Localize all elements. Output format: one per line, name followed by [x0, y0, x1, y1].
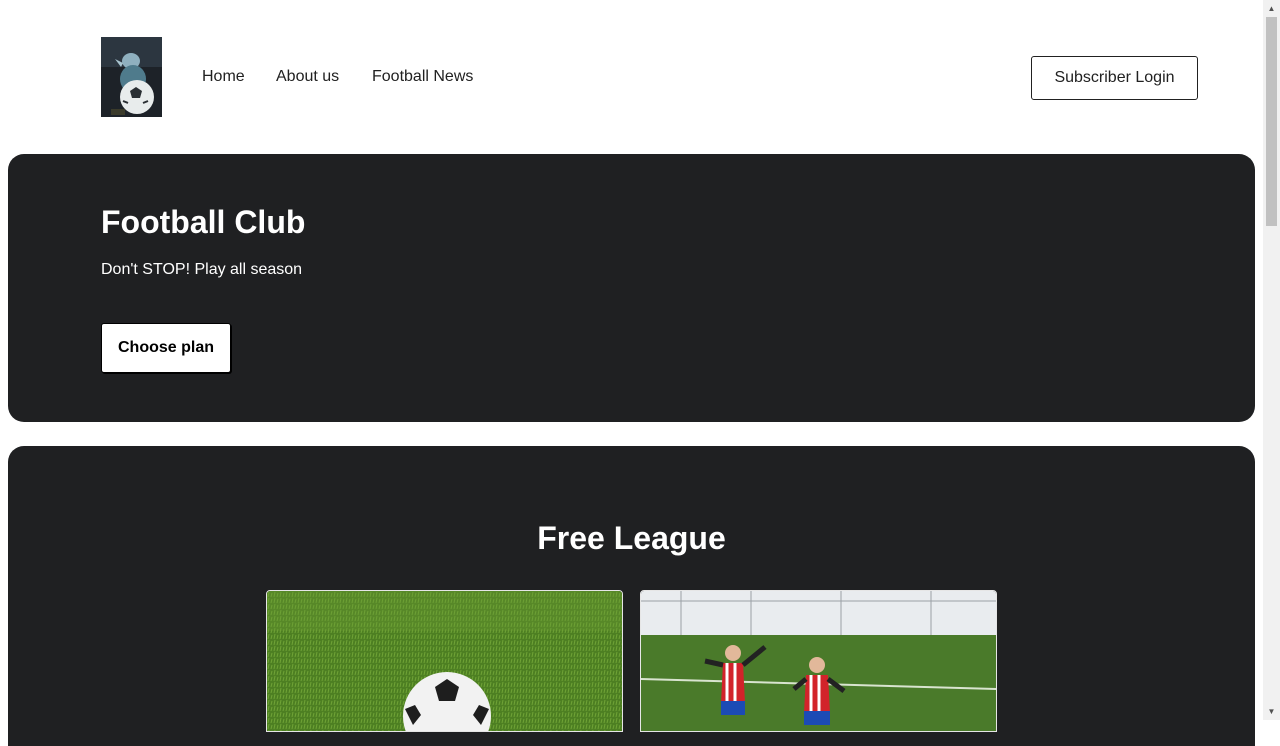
scroll-up-arrow-icon[interactable]: ▲	[1263, 0, 1280, 17]
hero-title: Football Club	[101, 204, 306, 240]
scrollbar-thumb[interactable]	[1266, 17, 1277, 226]
scroll-down-arrow-icon[interactable]: ▼	[1263, 703, 1280, 720]
league-title: Free League	[537, 520, 726, 556]
vertical-scrollbar[interactable]: ▲ ▼	[1263, 0, 1280, 720]
kids-celebrating-image	[641, 591, 996, 731]
soccer-ball-image	[267, 591, 622, 731]
club-logo-image[interactable]	[101, 37, 162, 117]
site-header: Home About us Football News Subscriber L…	[0, 0, 1263, 154]
league-card-soccer-ball[interactable]	[266, 590, 623, 732]
nav-home-link[interactable]: Home	[202, 67, 245, 87]
free-league-section: Free League	[8, 446, 1255, 746]
league-card-kids-celebrating[interactable]	[640, 590, 997, 732]
hero-subtitle: Don't STOP! Play all season	[101, 261, 303, 278]
subscriber-login-button[interactable]: Subscriber Login	[1031, 56, 1198, 100]
nav-football-news-link[interactable]: Football News	[372, 67, 473, 87]
hero-section: Football Club Don't STOP! Play all seaso…	[8, 154, 1255, 422]
nav-about-link[interactable]: About us	[276, 67, 339, 87]
choose-plan-button[interactable]: Choose plan	[101, 323, 231, 373]
